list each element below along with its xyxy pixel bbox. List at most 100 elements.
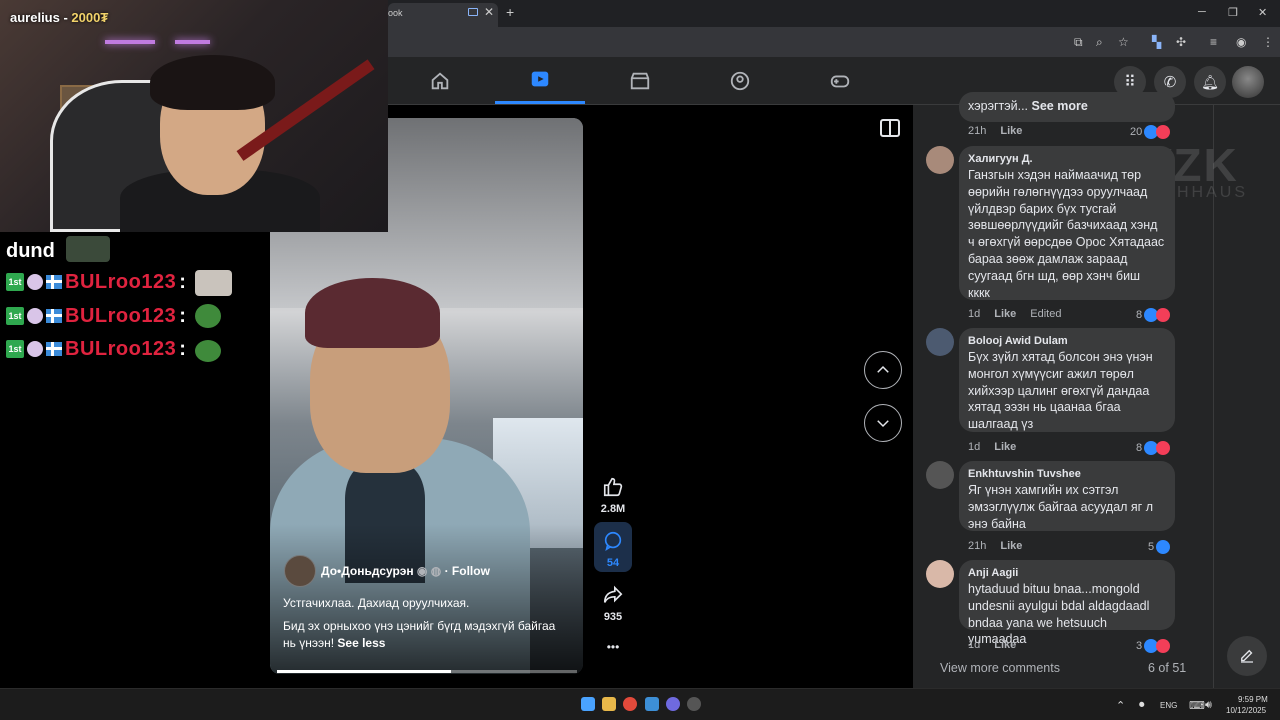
love-reaction-icon — [1156, 125, 1171, 139]
comment-avatar[interactable] — [926, 461, 954, 489]
reading-list-icon[interactable]: ≡ — [1210, 35, 1217, 49]
next-reel-button[interactable] — [864, 404, 902, 442]
previous-reel-button[interactable] — [864, 351, 902, 389]
tab-cast-icon — [468, 8, 478, 16]
comment-like-button[interactable]: Like — [994, 639, 1016, 651]
face-badge-icon — [27, 308, 43, 324]
comment-reactions[interactable]: 20 — [1130, 125, 1171, 139]
comment-reactions[interactable]: 3 — [1136, 639, 1171, 653]
language-indicator[interactable]: ENG — [1160, 701, 1177, 710]
comment-time[interactable]: 1d — [968, 639, 980, 651]
zoom-icon[interactable]: ⌕ — [1096, 35, 1103, 50]
see-less-link[interactable]: See less — [337, 636, 385, 650]
gamepad-icon — [830, 75, 850, 87]
tab-title: ook — [388, 8, 403, 18]
comment-author[interactable]: Халигуун Д. — [968, 153, 1166, 165]
webcam-light-strip — [175, 40, 210, 44]
extension-icon[interactable]: ▚ — [1152, 35, 1161, 49]
edit-icon — [1241, 649, 1253, 663]
messenger-icon: ✆ — [1163, 74, 1177, 91]
comment-action[interactable]: 54 — [594, 530, 632, 569]
comment-like-button[interactable]: Like — [994, 308, 1016, 320]
chat-message: 1st BULroo123 : — [6, 337, 186, 361]
streamer-name-row: aurelius - 2000₮ — [10, 10, 108, 25]
discord-icon[interactable] — [666, 697, 680, 711]
obs-icon[interactable] — [687, 697, 701, 711]
more-options-button[interactable]: ••• — [594, 640, 632, 654]
reaction-count: 8 — [1136, 442, 1143, 454]
clock-date[interactable]: 10/12/2025 — [1226, 706, 1266, 715]
chrome-icon[interactable] — [623, 697, 637, 711]
vscode-icon[interactable] — [645, 697, 659, 711]
streamer-name: aurelius - — [10, 10, 72, 25]
maximize-button[interactable]: ❐ — [1228, 6, 1238, 19]
chat-separator: : — [179, 337, 186, 360]
start-icon[interactable] — [581, 697, 595, 711]
nav-gaming[interactable] — [795, 57, 885, 104]
comment-text: Ганзгын хэдэн наймаачид төр өөрийн гөлөг… — [968, 168, 1165, 300]
nav-video[interactable] — [495, 57, 585, 104]
see-more-link[interactable]: See more — [1032, 99, 1088, 113]
profile-icon[interactable]: ◉ — [1236, 35, 1246, 49]
tray-chevron-icon[interactable]: ⌃ — [1116, 699, 1125, 712]
close-window-button[interactable]: ✕ — [1258, 6, 1267, 19]
follow-link[interactable]: Follow — [452, 564, 490, 578]
tab-close-button[interactable]: ✕ — [484, 5, 494, 19]
share-action[interactable]: 935 — [594, 584, 632, 623]
author-avatar[interactable] — [284, 555, 316, 587]
video-progress-bar[interactable] — [277, 670, 577, 673]
minimize-button[interactable]: ─ — [1198, 6, 1206, 18]
comment-reactions[interactable]: 8 — [1136, 308, 1171, 322]
love-reaction-icon — [1156, 441, 1171, 455]
comment-text: хэрэгтэй... — [968, 99, 1029, 113]
network-icon[interactable]: ⌨ — [1189, 699, 1205, 712]
nav-marketplace[interactable] — [595, 57, 685, 104]
comment-bubble: Халигуун Д. Ганзгын хэдэн наймаачид төр … — [959, 146, 1175, 300]
comment-avatar[interactable] — [926, 328, 954, 356]
comment-avatar[interactable] — [926, 146, 954, 174]
notifications-button[interactable]: 🔔︎ — [1194, 66, 1226, 98]
nav-home[interactable] — [395, 57, 485, 104]
comment-time[interactable]: 21h — [968, 540, 986, 552]
comment-time[interactable]: 1d — [968, 308, 980, 320]
comment-meta: 21h Like — [968, 125, 1022, 137]
comment-reactions[interactable]: 5 — [1148, 540, 1171, 554]
fullscreen-toggle-icon[interactable] — [880, 119, 900, 137]
puzzle-icon[interactable]: ✣ — [1176, 35, 1186, 49]
globe-icon: ◍ — [430, 564, 442, 578]
browser-tab[interactable] — [388, 3, 498, 27]
comment-author[interactable]: Enkhtuvshin Tuvshee — [968, 468, 1166, 480]
reaction-count: 5 — [1148, 541, 1155, 553]
cast-icon[interactable]: ⧉ — [1074, 35, 1083, 50]
flag-badge-icon — [46, 309, 62, 323]
comment-author[interactable]: Bolooj Awid Dulam — [968, 335, 1166, 347]
nav-groups[interactable] — [695, 57, 785, 104]
author-name[interactable]: До•Доньдсурэн — [321, 564, 414, 578]
chat-username: BULroo123 — [65, 270, 177, 293]
comment-time[interactable]: 1d — [968, 441, 980, 453]
comment-bubble: Enkhtuvshin Tuvshee Яг үнэн хамгийн их с… — [959, 461, 1175, 531]
bookmark-star-icon[interactable]: ☆ — [1118, 35, 1129, 49]
kebab-menu-icon[interactable]: ⋮ — [1262, 35, 1274, 49]
comment-time[interactable]: 21h — [968, 125, 986, 137]
like-action[interactable]: 2.8M — [594, 476, 632, 515]
comment-reactions[interactable]: 8 — [1136, 441, 1171, 455]
new-tab-button[interactable]: + — [506, 4, 514, 20]
clock-time[interactable]: 9:59 PM — [1238, 695, 1268, 704]
comment-avatar[interactable] — [926, 560, 954, 588]
file-explorer-icon[interactable] — [602, 697, 616, 711]
compose-button[interactable] — [1227, 636, 1267, 676]
account-avatar[interactable] — [1232, 66, 1264, 98]
microphone-icon[interactable]: ⏺ — [1139, 699, 1145, 712]
view-more-comments-link[interactable]: View more comments — [940, 661, 1060, 675]
comment-like-button[interactable]: Like — [1000, 125, 1022, 137]
comment-like-button[interactable]: Like — [994, 441, 1016, 453]
webcam-streamer-hair — [150, 55, 275, 110]
volume-icon[interactable]: 🔊︎ — [1205, 699, 1212, 712]
comment-like-button[interactable]: Like — [1000, 540, 1022, 552]
comment-author[interactable]: Anji Aagii — [968, 567, 1166, 579]
reel-caption-line2: Бид эх орныхоо үнэ цэнийг бүгд мэдэхгүй … — [283, 619, 556, 633]
comment-text: Яг үнэн хамгийн их сэтгэл эмзэглүүлж бай… — [968, 483, 1154, 531]
first-badge-icon: 1st — [6, 307, 24, 325]
flag-badge-icon — [46, 342, 62, 356]
